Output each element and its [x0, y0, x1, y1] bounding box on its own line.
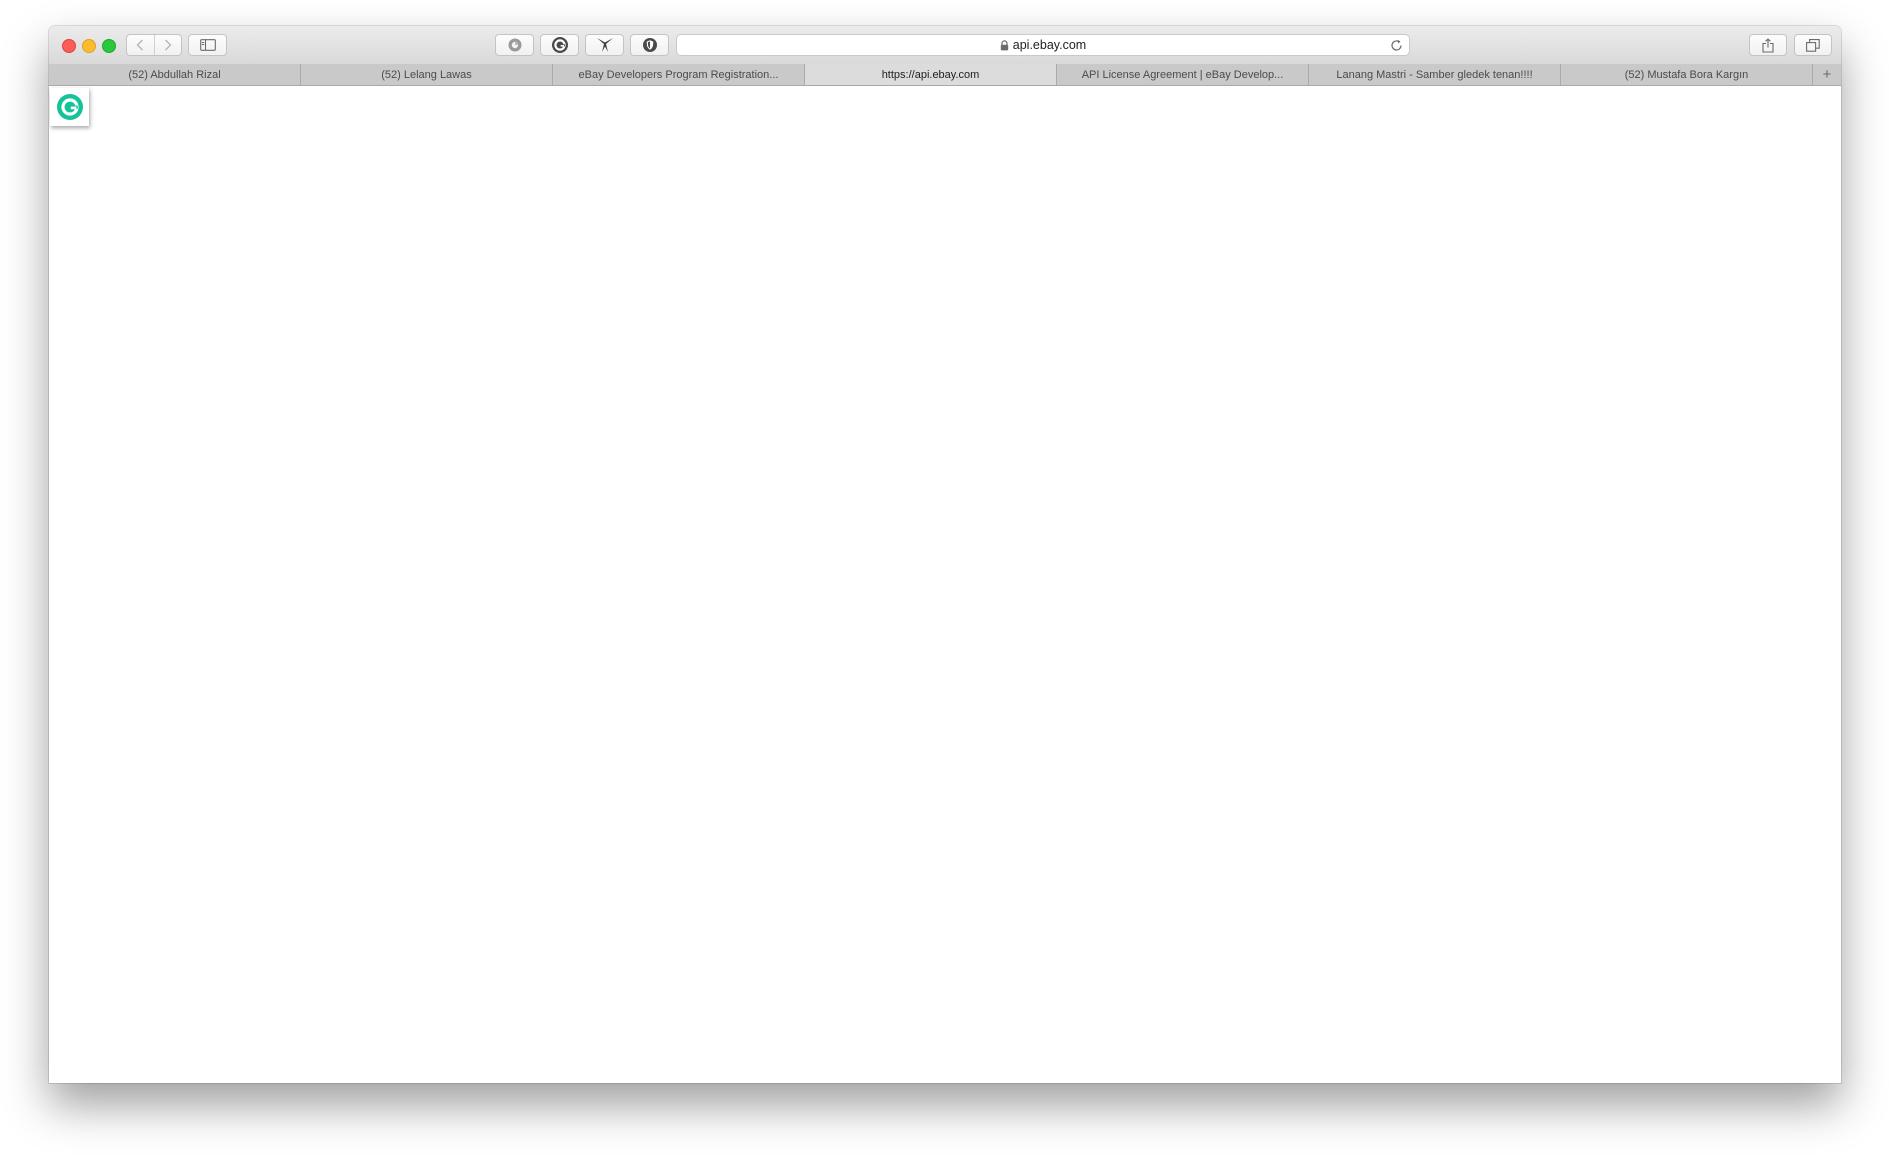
- sidebar-toggle-button[interactable]: [188, 34, 227, 56]
- tab-overview-button[interactable]: [1794, 34, 1832, 56]
- grammarly-extension-button[interactable]: [540, 34, 579, 56]
- tab-ebay-developers-registration[interactable]: eBay Developers Program Registration...: [553, 64, 805, 85]
- tab-lelang-lawas[interactable]: (52) Lelang Lawas: [301, 64, 553, 85]
- navigation-buttons: [126, 34, 182, 56]
- tab-mustafa-bora-kargin[interactable]: (52) Mustafa Bora Kargın: [1561, 64, 1813, 85]
- share-button[interactable]: [1749, 34, 1787, 56]
- tab-lanang-mastri[interactable]: Lanang Mastri - Samber gledek tenan!!!!: [1309, 64, 1561, 85]
- tab-abdullah-rizal[interactable]: (52) Abdullah Rizal: [49, 64, 301, 85]
- sidebar-icon: [199, 39, 216, 51]
- chevron-left-icon: [136, 39, 144, 51]
- tab-overview-icon: [1806, 38, 1820, 52]
- tab-api-license-agreement[interactable]: API License Agreement | eBay Develop...: [1057, 64, 1309, 85]
- grammarly-extension-icon: [551, 37, 568, 53]
- screen: api.ebay.com (52) Abdullah Rizal (52) Le…: [0, 0, 1889, 1158]
- address-bar[interactable]: api.ebay.com: [676, 34, 1410, 56]
- close-window-button[interactable]: [62, 39, 76, 53]
- tab-bar: (52) Abdullah Rizal (52) Lelang Lawas eB…: [49, 64, 1841, 86]
- chevron-right-icon: [164, 39, 172, 51]
- maximize-window-button[interactable]: [102, 39, 116, 53]
- back-button[interactable]: [127, 35, 154, 55]
- browser-window: api.ebay.com (52) Abdullah Rizal (52) Le…: [49, 26, 1841, 1083]
- extension-button-4[interactable]: [630, 34, 669, 56]
- puzzle-extension-icon: [508, 38, 521, 52]
- share-icon: [1762, 37, 1774, 53]
- extension-button-1[interactable]: [495, 34, 534, 56]
- tab-api-ebay-active[interactable]: https://api.ebay.com: [805, 64, 1057, 85]
- grammarly-floating-button[interactable]: [50, 88, 89, 126]
- lock-icon: [1000, 39, 1008, 50]
- extension-button-3[interactable]: [585, 34, 624, 56]
- forward-button[interactable]: [153, 35, 182, 55]
- grammarly-logo-icon: [56, 94, 83, 120]
- shield-extension-icon: [642, 38, 657, 52]
- address-url: api.ebay.com: [1012, 38, 1087, 52]
- star-extension-icon: [596, 38, 613, 52]
- new-tab-button[interactable]: +: [1813, 64, 1841, 85]
- address-content: api.ebay.com: [677, 35, 1409, 55]
- reload-icon: [1390, 39, 1402, 51]
- reload-button[interactable]: [1389, 38, 1403, 52]
- browser-toolbar: api.ebay.com: [49, 26, 1841, 65]
- page-content: [49, 86, 1841, 1083]
- minimize-window-button[interactable]: [82, 39, 96, 53]
